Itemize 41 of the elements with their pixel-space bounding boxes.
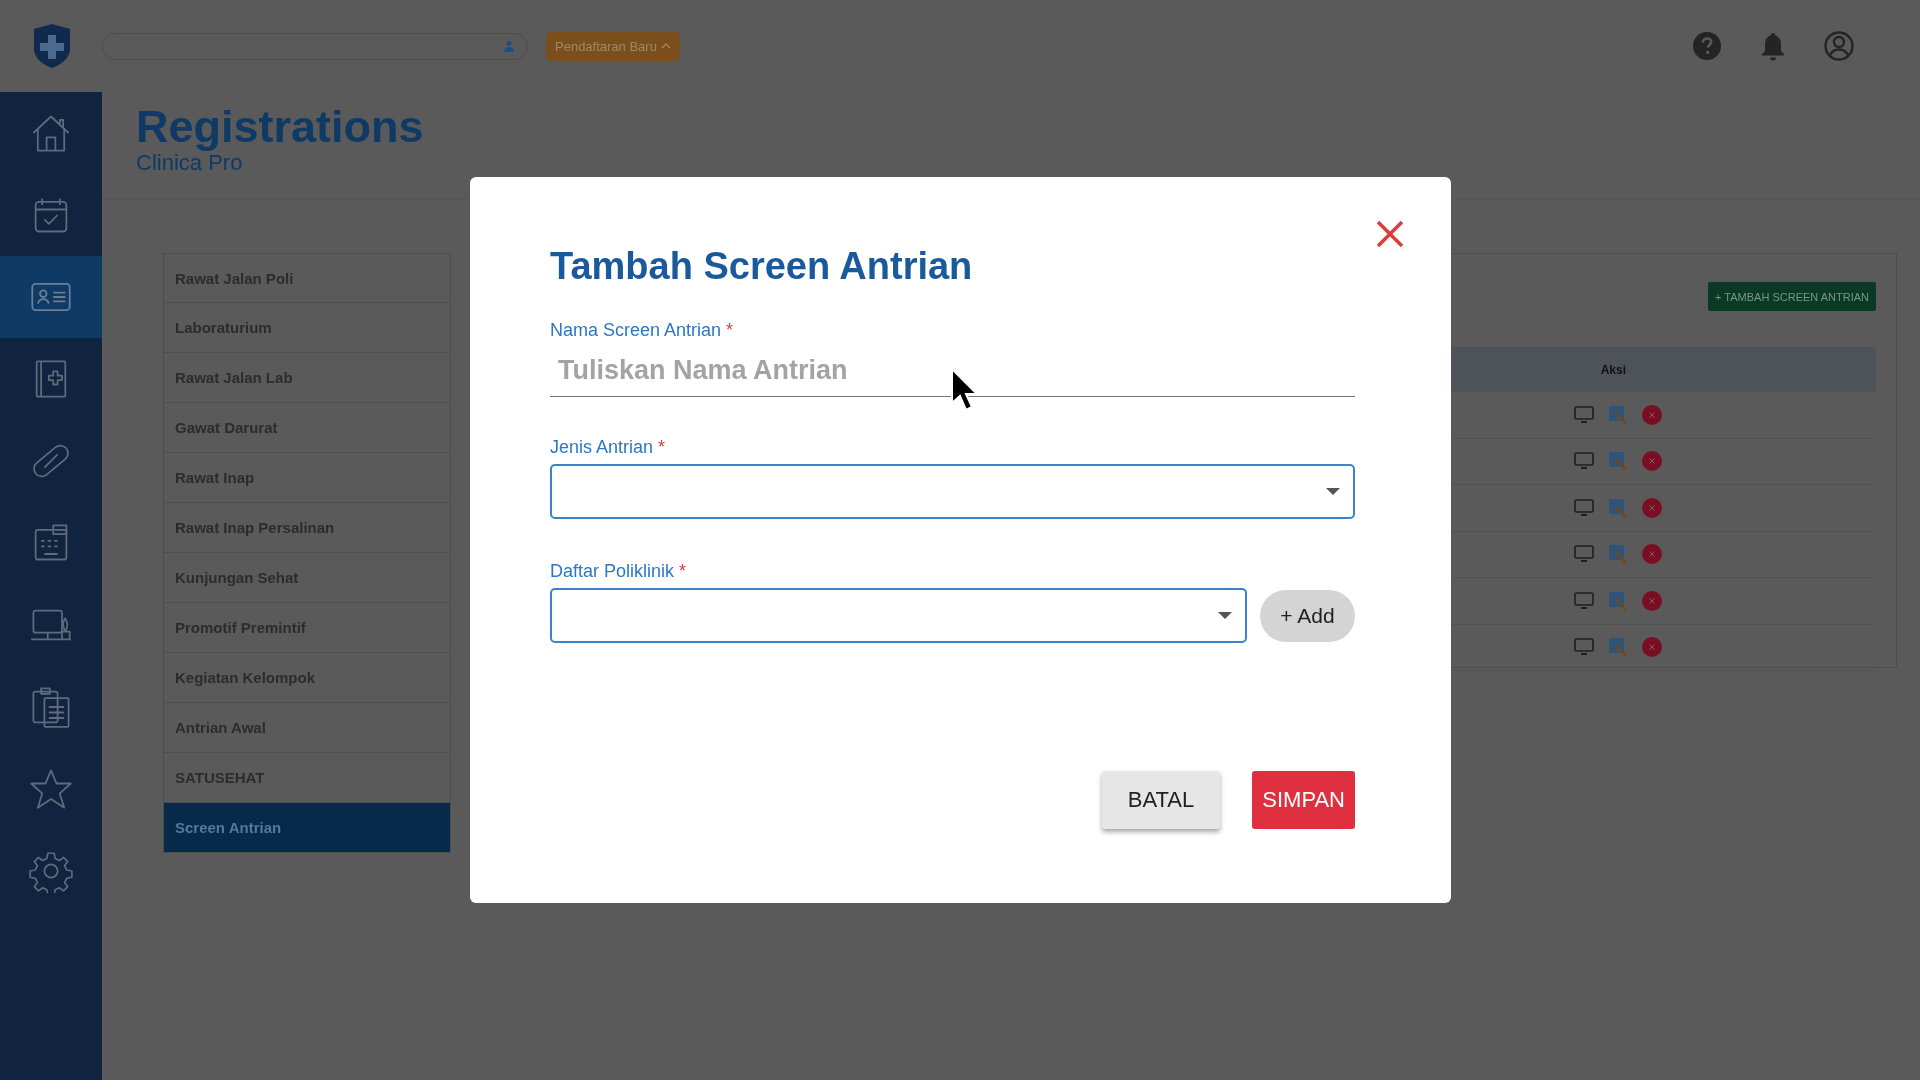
star-icon[interactable] <box>29 767 73 811</box>
column-header: Aksi <box>1600 362 1626 377</box>
person-icon <box>503 40 515 52</box>
sidebar-item[interactable] <box>0 256 102 338</box>
page-title: Registrations <box>136 102 425 152</box>
monitor-icon[interactable] <box>1574 545 1594 564</box>
close-icon[interactable] <box>1375 219 1405 249</box>
required-mark: * <box>658 437 666 458</box>
shield-logo-icon <box>32 23 72 69</box>
delete-icon[interactable] <box>1642 497 1662 518</box>
user-account-icon[interactable] <box>1824 31 1854 61</box>
clinic-dropdown[interactable] <box>550 588 1247 643</box>
monitor-icon[interactable] <box>1574 452 1594 471</box>
add-button[interactable]: + Add <box>1260 589 1355 642</box>
dropdown-caret-icon <box>1217 611 1233 620</box>
settings-icon[interactable] <box>29 849 73 893</box>
field-label: Jenis Antrian <box>550 437 654 458</box>
type-dropdown[interactable] <box>550 464 1355 519</box>
dropdown-caret-icon <box>1325 487 1341 496</box>
delete-icon[interactable] <box>1642 544 1662 565</box>
add-screen-button[interactable]: + TAMBAH SCREEN ANTRIAN <box>1708 282 1876 311</box>
save-button[interactable]: SIMPAN <box>1252 771 1355 829</box>
field-label: Nama Screen Antrian <box>550 320 722 341</box>
monitor-icon[interactable] <box>1574 638 1594 657</box>
delete-icon[interactable] <box>1642 451 1662 472</box>
bell-icon[interactable] <box>1760 31 1786 61</box>
cancel-button[interactable]: BATAL <box>1101 771 1221 829</box>
caret-icon <box>660 42 671 50</box>
monitor-icon[interactable] <box>1574 498 1594 517</box>
required-mark: * <box>726 320 734 341</box>
field-label: Daftar Poliklinik <box>550 561 675 582</box>
delete-icon[interactable] <box>1642 590 1662 611</box>
required-mark: * <box>679 561 687 582</box>
modal-title: Tambah Screen Antrian <box>550 245 974 288</box>
monitor-icon[interactable] <box>1574 591 1594 610</box>
delete-icon[interactable] <box>1642 637 1662 658</box>
new-registration-button[interactable]: Pendaftaran Baru <box>546 31 680 61</box>
delete-icon[interactable] <box>1642 404 1662 425</box>
menu-item[interactable]: Screen Antrian <box>163 803 451 853</box>
monitor-icon[interactable] <box>1574 405 1594 424</box>
help-icon[interactable] <box>1692 31 1722 61</box>
